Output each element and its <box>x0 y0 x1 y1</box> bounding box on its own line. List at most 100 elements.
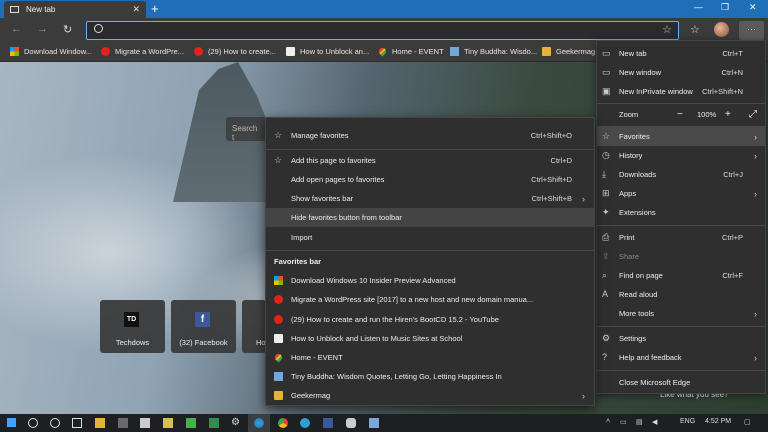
favbar-item[interactable]: Tiny Buddha: Wisdo... <box>450 47 537 56</box>
forward-button[interactable]: → <box>37 23 48 35</box>
maximize-button[interactable]: ❐ <box>721 2 729 13</box>
search-icon[interactable] <box>28 418 38 428</box>
favbar-item[interactable]: Geekermag <box>542 47 595 56</box>
quick-link-tile[interactable]: Ho <box>242 300 266 353</box>
menu-label: Migrate a WordPress site [2017] to a new… <box>291 295 534 304</box>
menu-shortcut: Ctrl+J <box>723 170 743 179</box>
menu-new-tab[interactable]: ▭ New tab Ctrl+T <box>597 44 765 63</box>
windows-start-icon[interactable] <box>7 418 16 427</box>
facebook-icon[interactable] <box>323 418 333 428</box>
clock[interactable]: 4:52 PM <box>705 418 731 425</box>
fav-list-item[interactable]: Geekermag › <box>266 386 594 405</box>
app-icon[interactable] <box>209 418 219 428</box>
menu-print[interactable]: ⎙ Print Ctrl+P <box>597 228 765 247</box>
youtube-icon <box>194 47 203 56</box>
favbar-label: Geekermag <box>556 47 596 56</box>
fav-list-item[interactable]: Download Windows 10 Insider Preview Adva… <box>266 271 594 290</box>
menu-shortcut: Ctrl+Shift+N <box>702 87 743 96</box>
network-icon[interactable]: ▤ <box>636 418 643 426</box>
app-icon[interactable] <box>346 418 356 428</box>
close-tab-icon[interactable]: ✕ <box>132 4 140 15</box>
favorites-hub-icon[interactable]: ☆ <box>690 23 700 36</box>
favbar-item[interactable]: Migrate a WordPre... <box>101 47 184 56</box>
tile-label: Ho <box>256 338 266 347</box>
profile-avatar[interactable] <box>714 22 729 37</box>
menu-label: How to Unblock and Listen to Music Sites… <box>291 334 463 343</box>
favbar-item[interactable]: (29) How to create... <box>194 47 276 56</box>
edge-icon[interactable] <box>254 418 264 428</box>
fav-add-page[interactable]: ☆ Add this page to favorites Ctrl+D <box>266 151 594 170</box>
menu-downloads[interactable]: ⤓ Downloads Ctrl+J <box>597 165 765 184</box>
back-button[interactable]: ← <box>11 23 22 35</box>
menu-close-edge[interactable]: Close Microsoft Edge <box>597 373 765 392</box>
file-explorer-icon[interactable] <box>95 418 105 428</box>
tray-chevron-icon[interactable]: ˄ <box>606 418 610 425</box>
app-icon[interactable] <box>163 418 173 428</box>
extensions-icon: ✦ <box>602 207 610 217</box>
tab-new-tab[interactable]: New tab ✕ <box>4 1 146 18</box>
menu-help[interactable]: ? Help and feedback › <box>597 348 765 367</box>
fav-list-item[interactable]: Tiny Buddha: Wisdom Quotes, Letting Go, … <box>266 367 594 386</box>
fav-manage[interactable]: ☆ Manage favorites Ctrl+Shift+O <box>266 126 594 145</box>
settings-and-more-button[interactable]: ··· <box>739 21 764 40</box>
favbar-item[interactable]: How to Unblock an... <box>286 47 369 56</box>
chrome-icon[interactable] <box>278 418 288 428</box>
menu-settings[interactable]: ⚙ Settings <box>597 329 765 348</box>
fav-list-item[interactable]: How to Unblock and Listen to Music Sites… <box>266 329 594 348</box>
fav-import[interactable]: Import <box>266 228 594 247</box>
zoom-in-button[interactable]: + <box>725 109 731 120</box>
quick-link-tile[interactable]: TD Techdows <box>100 300 165 353</box>
fav-list-item[interactable]: Home - EVENT <box>266 348 594 367</box>
app-icon[interactable] <box>186 418 196 428</box>
menu-shortcut: Ctrl+Shift+O <box>530 131 572 140</box>
new-tab-button[interactable]: + <box>151 1 159 16</box>
menu-find-on-page[interactable]: ⌕ Find on page Ctrl+F <box>597 266 765 285</box>
fav-list-item[interactable]: (29) How to create and run the Hiren's B… <box>266 310 594 329</box>
mail-icon[interactable] <box>140 418 150 428</box>
favbar-label: Migrate a WordPre... <box>115 47 185 56</box>
fav-hide-button[interactable]: Hide favorites button from toolbar <box>266 208 594 227</box>
menu-shortcut: Ctrl+Shift+D <box>531 175 572 184</box>
minimize-button[interactable]: — <box>694 2 703 12</box>
quick-link-tile[interactable]: f (32) Facebook <box>171 300 236 353</box>
fav-add-open-pages[interactable]: Add open pages to favorites Ctrl+Shift+D <box>266 170 594 189</box>
menu-shortcut: Ctrl+Shift+B <box>531 194 572 203</box>
app-icon[interactable] <box>369 418 379 428</box>
edge-legacy-icon[interactable] <box>300 418 310 428</box>
star-icon: ☆ <box>274 155 283 165</box>
fav-list-item[interactable]: Migrate a WordPress site [2017] to a new… <box>266 290 594 309</box>
menu-more-tools[interactable]: More tools › <box>597 304 765 323</box>
menu-history[interactable]: ◷ History › <box>597 146 765 165</box>
favbar-label: How to Unblock an... <box>300 47 370 56</box>
add-favorite-star-icon[interactable]: ☆ <box>662 23 672 36</box>
menu-extensions[interactable]: ✦ Extensions <box>597 203 765 222</box>
menu-shortcut: Ctrl+N <box>721 68 743 77</box>
folder-icon <box>542 47 551 56</box>
chevron-right-icon: › <box>754 352 757 363</box>
gear-icon[interactable]: ⚙ <box>231 418 241 428</box>
refresh-button[interactable]: ↻ <box>63 23 72 36</box>
inprivate-icon: ▣ <box>602 86 611 96</box>
volume-icon[interactable]: ◀ <box>652 418 657 426</box>
notifications-icon[interactable]: ▢ <box>744 418 751 426</box>
menu-new-window[interactable]: ▭ New window Ctrl+N <box>597 63 765 82</box>
close-window-button[interactable]: ✕ <box>749 2 757 13</box>
menu-favorites[interactable]: ☆ Favorites › <box>597 127 765 146</box>
task-view-icon[interactable] <box>72 418 82 428</box>
search-icon <box>94 24 103 33</box>
cortana-icon[interactable] <box>50 418 60 428</box>
fullscreen-icon[interactable]: ⤢ <box>749 109 757 120</box>
menu-shortcut: Ctrl+T <box>722 49 743 58</box>
menu-apps[interactable]: ⊞ Apps › <box>597 184 765 203</box>
page-search-box[interactable]: Search t <box>226 117 266 142</box>
menu-read-aloud[interactable]: A Read aloud <box>597 285 765 304</box>
fav-show-bar[interactable]: Show favorites bar Ctrl+Shift+B › <box>266 189 594 208</box>
address-bar[interactable]: ☆ <box>86 21 679 40</box>
favbar-item[interactable]: Download Window... <box>10 47 92 56</box>
zoom-out-button[interactable]: − <box>677 109 683 120</box>
store-icon[interactable] <box>118 418 128 428</box>
language-indicator[interactable]: ENG <box>680 418 695 425</box>
menu-new-inprivate[interactable]: ▣ New InPrivate window Ctrl+Shift+N <box>597 82 765 101</box>
battery-icon[interactable]: ▭ <box>620 418 627 426</box>
favbar-item[interactable]: Home - EVENT <box>377 46 444 57</box>
